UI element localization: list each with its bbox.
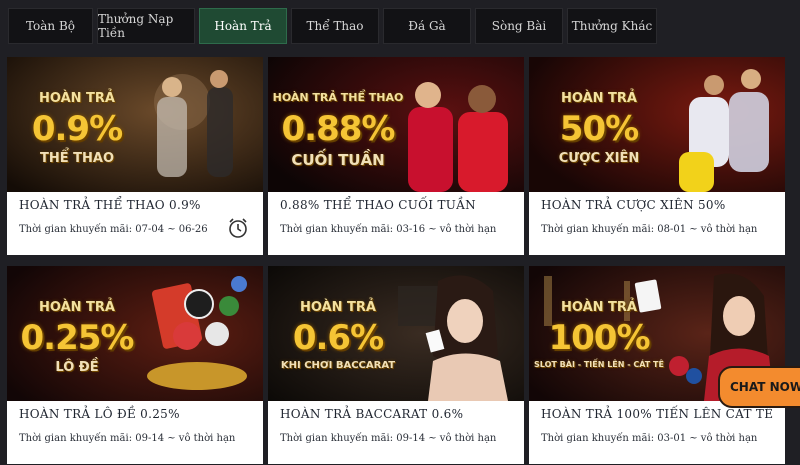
banner-percent: 100% bbox=[548, 318, 650, 358]
promo-card-weekend-sports-rebate[interactable]: HOÀN TRẢ THỂ THAO 0.88% CUỐI TUẦN 0.88% … bbox=[268, 57, 524, 255]
tab-all[interactable]: Toàn Bộ bbox=[8, 8, 93, 44]
promo-period: Thời gian khuyến mãi: 03-16 ~ vô thời hạ… bbox=[280, 224, 497, 235]
tab-casino[interactable]: Sòng Bài bbox=[475, 8, 563, 44]
promo-card-parlay-rebate[interactable]: HOÀN TRẢ 50% CƯỢC XIÊN HOÀN TRẢ CƯỢC XIÊ… bbox=[529, 57, 785, 255]
promo-card-card-games-rebate[interactable]: HOÀN TRẢ 100% SLOT BÀI - TIẾN LÊN - CÁT … bbox=[529, 266, 785, 464]
banner-percent: 0.9% bbox=[31, 109, 123, 149]
promo-banner[interactable]: HOÀN TRẢ 50% CƯỢC XIÊN bbox=[529, 57, 785, 192]
tab-deposit-bonus[interactable]: Thưởng Nạp Tiền bbox=[97, 8, 195, 44]
promo-period: Thời gian khuyến mãi: 07-04 ~ 06-26 bbox=[19, 224, 208, 235]
promo-period: Thời gian khuyến mãi: 03-01 ~ vô thời hạ… bbox=[541, 433, 758, 444]
banner-line3: CUỐI TUẦN bbox=[291, 151, 385, 169]
promo-title: HOÀN TRẢ BACCARAT 0.6% bbox=[280, 407, 464, 421]
banner-percent: 0.25% bbox=[20, 318, 135, 358]
category-tabs: Toàn Bộ Thưởng Nạp Tiền Hoàn Trả Thể Tha… bbox=[0, 0, 800, 54]
banner-line1: HOÀN TRẢ bbox=[300, 300, 376, 315]
banner-line1: HOÀN TRẢ bbox=[39, 300, 115, 315]
promo-banner[interactable]: HOÀN TRẢ 0.9% THỂ THAO bbox=[7, 57, 263, 192]
tab-other-bonus[interactable]: Thưởng Khác bbox=[567, 8, 657, 44]
banner-line3: SLOT BÀI - TIẾN LÊN - CÁT TÊ bbox=[534, 360, 664, 369]
promo-title: 0.88% THỂ THAO CUỐI TUẦN bbox=[280, 198, 476, 212]
banner-line3: LÔ ĐỀ bbox=[55, 360, 99, 375]
promo-banner[interactable]: HOÀN TRẢ THỂ THAO 0.88% CUỐI TUẦN bbox=[268, 57, 524, 192]
banner-percent: 0.88% bbox=[281, 109, 396, 149]
chat-now-button[interactable]: CHAT NOW bbox=[718, 366, 800, 408]
tab-cockfight[interactable]: Đá Gà bbox=[383, 8, 471, 44]
banner-line3: CƯỢC XIÊN bbox=[558, 151, 640, 166]
alarm-clock-icon bbox=[229, 218, 247, 238]
promo-title: HOÀN TRẢ THỂ THAO 0.9% bbox=[19, 198, 201, 212]
banner-line1: HOÀN TRẢ bbox=[39, 91, 115, 106]
promo-banner[interactable]: HOÀN TRẢ 0.25% LÔ ĐỀ bbox=[7, 266, 263, 401]
promo-card-baccarat-rebate[interactable]: HOÀN TRẢ 0.6% KHI CHƠI BACCARAT HOÀN TRẢ… bbox=[268, 266, 524, 464]
banner-line1: HOÀN TRẢ bbox=[561, 300, 637, 315]
promo-period: Thời gian khuyến mãi: 09-14 ~ vô thời hạ… bbox=[280, 433, 497, 444]
banner-line3: THỂ THAO bbox=[39, 151, 114, 166]
promo-card-lottery-rebate[interactable]: HOÀN TRẢ 0.25% LÔ ĐỀ HOÀN TRẢ LÔ ĐỀ 0.25… bbox=[7, 266, 263, 464]
promo-card-sports-rebate[interactable]: HOÀN TRẢ 0.9% THỂ THAO HOÀN TRẢ THỂ THAO… bbox=[7, 57, 263, 255]
banner-percent: 50% bbox=[559, 109, 639, 149]
tab-sports[interactable]: Thể Thao bbox=[291, 8, 379, 44]
tab-rebate[interactable]: Hoàn Trả bbox=[199, 8, 287, 44]
promo-title: HOÀN TRẢ CƯỢC XIÊN 50% bbox=[541, 198, 726, 212]
promo-period: Thời gian khuyến mãi: 09-14 ~ vô thời hạ… bbox=[19, 433, 236, 444]
banner-line1: HOÀN TRẢ bbox=[561, 91, 637, 106]
promo-period: Thời gian khuyến mãi: 08-01 ~ vô thời hạ… bbox=[541, 224, 758, 235]
promo-banner[interactable]: HOÀN TRẢ 0.6% KHI CHƠI BACCARAT bbox=[268, 266, 524, 401]
banner-line3: KHI CHƠI BACCARAT bbox=[280, 360, 396, 371]
banner-percent: 0.6% bbox=[292, 318, 384, 358]
promo-title: HOÀN TRẢ LÔ ĐỀ 0.25% bbox=[19, 407, 180, 421]
banner-line1: HOÀN TRẢ THỂ THAO bbox=[272, 91, 404, 104]
promo-title: HOÀN TRẢ 100% TIẾN LÊN CÁT TÊ bbox=[541, 407, 774, 421]
